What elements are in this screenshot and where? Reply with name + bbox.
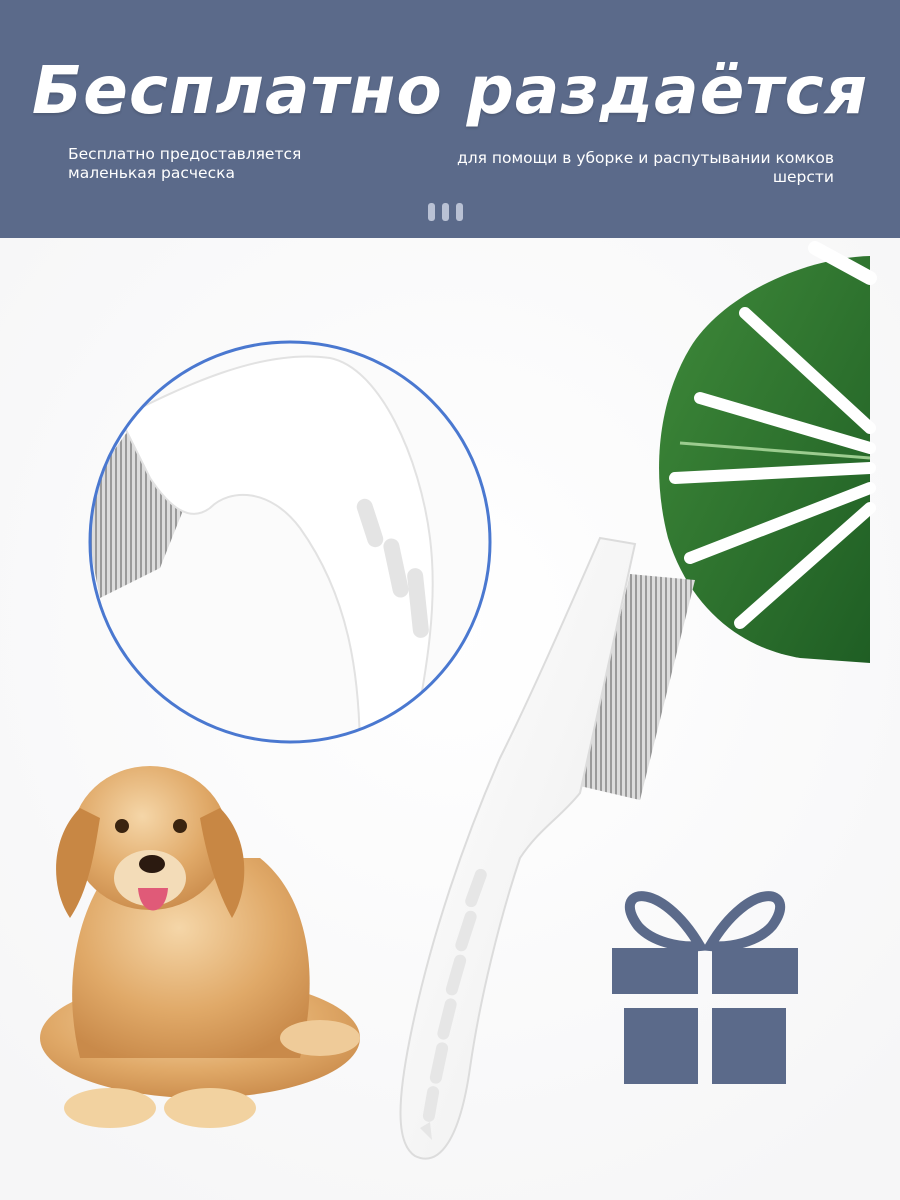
pager-indicator [428, 203, 463, 221]
pager-dot [442, 203, 449, 221]
subtitle-left: Бесплатно предоставляется маленькая расч… [68, 145, 302, 182]
pager-dot [428, 203, 435, 221]
promo-header: Бесплатно раздаётся Бесплатно предоставл… [0, 0, 900, 238]
product-scene [0, 238, 900, 1200]
scene-illustration [0, 238, 900, 1200]
pager-dot [456, 203, 463, 221]
headline: Бесплатно раздаётся [31, 52, 869, 129]
subtitle-right: для помощи в уборке и распутывании комко… [456, 149, 834, 186]
